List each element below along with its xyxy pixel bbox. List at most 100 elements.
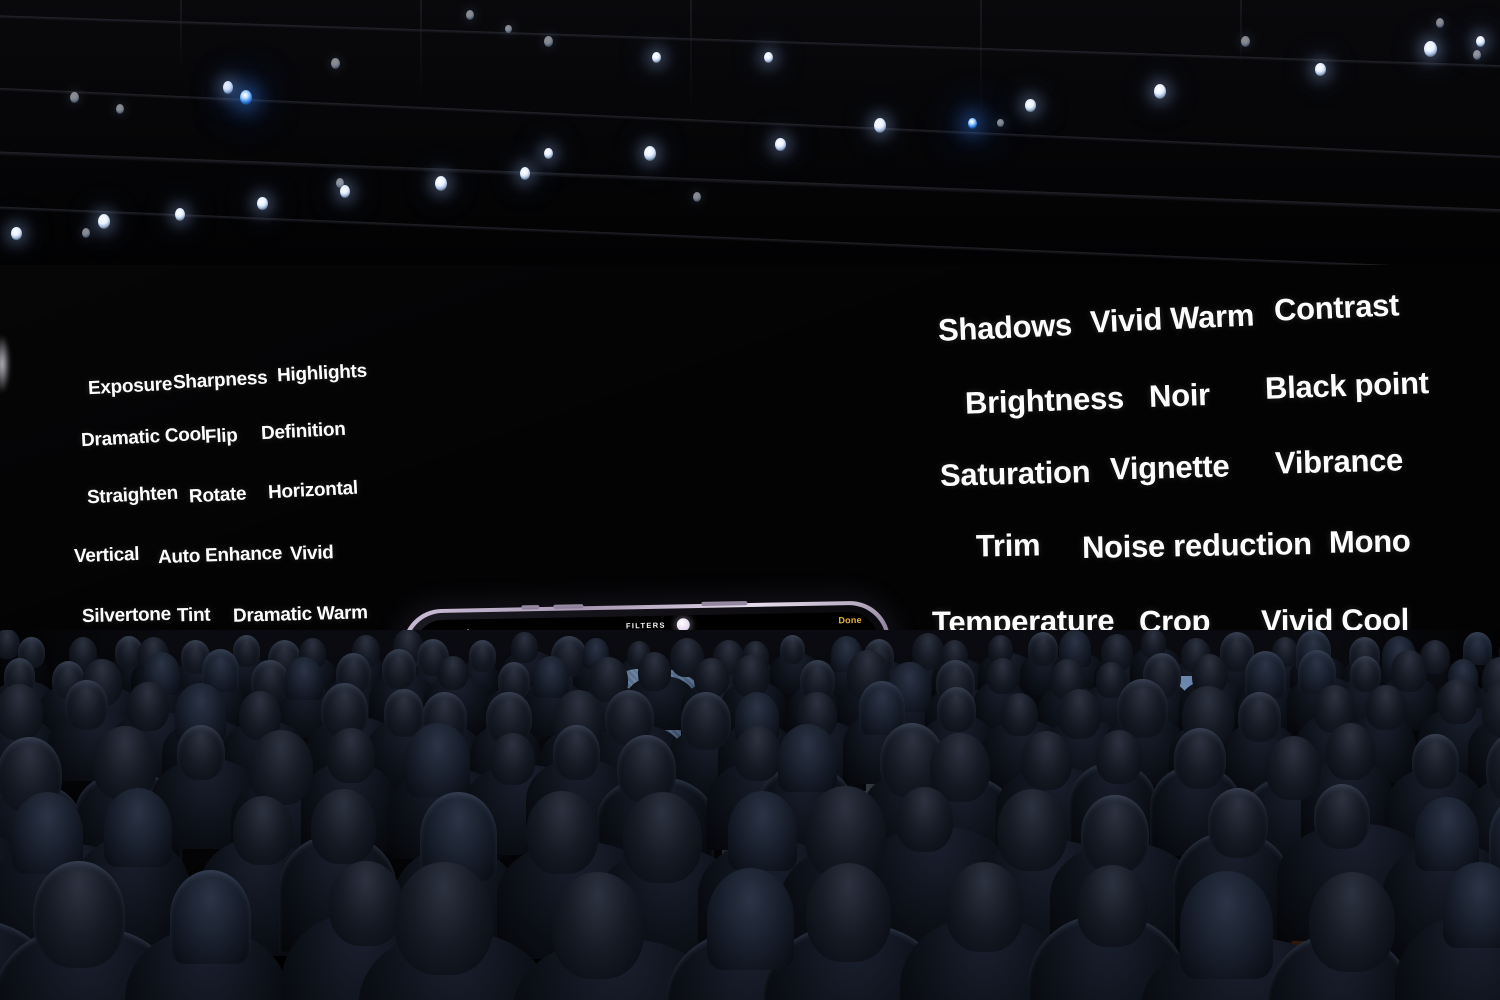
audience-member-head — [285, 656, 323, 701]
feature-word: Noir — [1148, 376, 1211, 415]
audience-member-head — [1438, 679, 1477, 724]
audience-member-head — [327, 728, 375, 783]
audience-member-head — [490, 732, 535, 785]
audience-member-head — [551, 872, 645, 980]
feature-word: Flip — [204, 425, 239, 448]
audience-member-head — [1414, 796, 1479, 871]
audience-member-head — [511, 632, 538, 663]
audience-member-head — [997, 789, 1068, 871]
truss-strut — [690, 0, 692, 110]
audience-member-head — [1411, 734, 1459, 789]
audience-member-head — [1309, 872, 1396, 973]
white-stage-light — [543, 35, 553, 47]
audience-member-head — [169, 870, 251, 965]
audience-member-head — [694, 657, 729, 698]
audience-member-head — [777, 723, 837, 793]
feature-word: Highlights — [276, 360, 368, 387]
audience-member-head — [176, 724, 225, 781]
white-stage-light — [774, 137, 786, 152]
audience-member-head — [1081, 795, 1149, 873]
feature-word: Vivid Warm — [1089, 297, 1255, 340]
feature-word: Dramatic Cool — [80, 423, 207, 452]
truss-strut — [420, 0, 422, 96]
audience-member-head — [526, 790, 598, 874]
feature-word: Straighten — [86, 482, 179, 509]
audience-member-head — [1326, 723, 1376, 780]
feature-word: Vignette — [1109, 448, 1230, 487]
audience-member-head — [33, 861, 126, 968]
white-stage-light — [336, 178, 344, 188]
audience-member-head — [1207, 788, 1269, 859]
audience-member-head — [622, 791, 702, 883]
white-stage-light — [1240, 35, 1250, 47]
white-stage-light — [996, 118, 1004, 128]
ceiling-truss-rig — [0, 0, 1500, 270]
audience-member-head — [438, 655, 468, 691]
audience-member-head — [728, 791, 798, 872]
truss-beam — [0, 14, 1500, 71]
white-stage-light — [98, 214, 110, 229]
white-stage-light — [1314, 62, 1326, 77]
volume-button[interactable] — [521, 605, 540, 610]
audience-member-head — [1391, 649, 1428, 692]
feature-word: Trim — [975, 527, 1041, 564]
audience-member-head — [1057, 688, 1101, 739]
white-stage-light — [10, 226, 22, 241]
truss-strut — [180, 0, 182, 70]
audience-member-head — [65, 679, 109, 730]
audience-member-head — [0, 630, 21, 659]
audience-member-head — [533, 655, 570, 698]
feature-word: Black point — [1264, 365, 1430, 406]
truss-beam — [0, 86, 1500, 163]
volume-button[interactable] — [553, 604, 584, 609]
audience-silhouettes: CAMP. SLEEP? REPEAT — [0, 630, 1500, 1000]
audience-member-head — [1238, 691, 1282, 742]
audience-member-head — [1077, 864, 1149, 947]
feature-word: Silvertone — [81, 603, 172, 628]
white-stage-light — [1436, 18, 1444, 28]
blue-stage-light — [240, 90, 252, 105]
audience-member-head — [311, 788, 377, 865]
audience-member-head — [987, 658, 1019, 695]
feature-word: Brightness — [964, 380, 1125, 421]
white-stage-light — [256, 196, 268, 211]
white-stage-light — [520, 167, 530, 180]
editor-title: FILTERS — [625, 620, 666, 631]
white-stage-light — [1154, 84, 1166, 99]
white-stage-light — [1024, 98, 1036, 113]
audience-member-head — [127, 681, 170, 731]
feature-word: Auto Enhance — [157, 542, 283, 569]
audience-member-head — [779, 634, 806, 665]
keynote-stage-photo: Exposure Sharpness Highlights Dramatic Cool… — [0, 0, 1500, 1000]
done-button[interactable]: Done — [838, 615, 862, 625]
audience-member-head — [468, 640, 496, 672]
audience-member-head — [1179, 871, 1273, 979]
white-stage-light — [116, 104, 124, 114]
audience-member-head — [1117, 679, 1168, 738]
audience-member-head — [680, 691, 731, 750]
audience-member-head — [103, 787, 173, 868]
audience-member-head — [329, 860, 403, 946]
feature-word: Exposure — [87, 373, 173, 400]
feature-word: Contrast — [1273, 287, 1400, 328]
projection-screen: Exposure Sharpness Highlights Dramatic Cool… — [0, 265, 1500, 931]
audience-member-head — [896, 786, 953, 853]
truss-strut — [980, 0, 982, 118]
white-stage-light — [543, 147, 553, 159]
audience-member-head — [395, 862, 493, 976]
feature-word: Vivid — [289, 542, 334, 565]
audience-member-head — [937, 686, 977, 732]
audience-member-head — [706, 868, 795, 970]
white-stage-light — [763, 51, 773, 63]
audience-member-head — [733, 726, 781, 782]
audience-member-head — [805, 862, 891, 962]
audience-member-head — [1366, 684, 1406, 731]
audience-member-head — [1313, 783, 1370, 849]
feature-word: Vertical — [73, 543, 140, 568]
white-stage-light — [69, 91, 79, 103]
audience-member-head — [233, 795, 294, 866]
feature-word: Saturation — [939, 454, 1091, 493]
screen-edge-light — [0, 335, 10, 393]
audience-member-head — [1174, 728, 1227, 789]
white-stage-light — [175, 208, 185, 221]
